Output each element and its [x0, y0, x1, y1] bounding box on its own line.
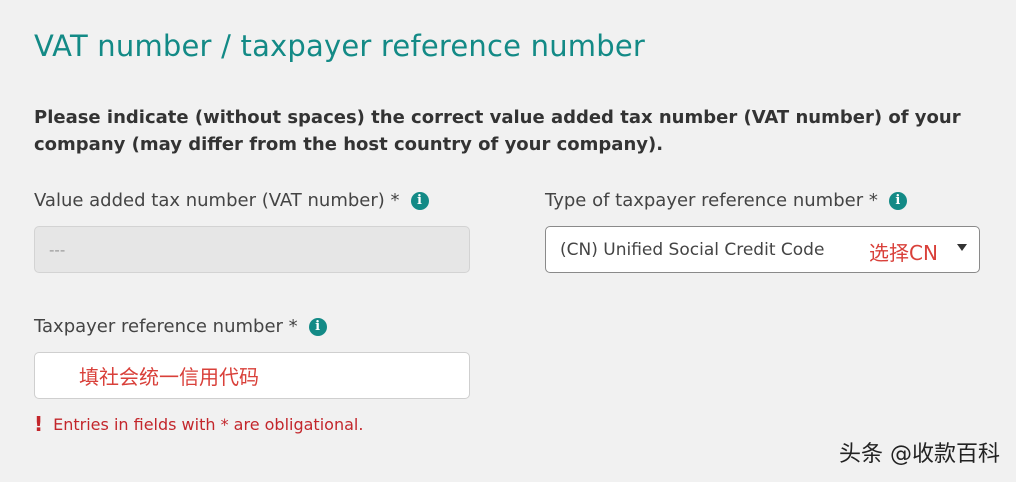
- taxpayer-ref-info-icon[interactable]: i: [308, 317, 327, 336]
- dropdown-caret-icon: [957, 244, 967, 251]
- taxpayer-ref-annotation: 填社会统一信用代码: [79, 365, 259, 389]
- taxpayer-type-selected: (CN) Unified Social Credit Code: [560, 239, 825, 260]
- taxpayer-type-info-icon[interactable]: i: [888, 191, 907, 210]
- watermark: 头条 @收款百科: [839, 442, 1000, 467]
- taxpayer-ref-label: Taxpayer reference number *: [34, 316, 298, 337]
- intro-text: Please indicate (without spaces) the cor…: [34, 107, 961, 155]
- vat-info-icon[interactable]: i: [410, 191, 429, 210]
- validation-message: ! Entries in fields with * are obligatio…: [34, 412, 363, 436]
- vat-number-value: ---: [49, 240, 66, 259]
- taxpayer-type-select[interactable]: (CN) Unified Social Credit Code 选择CN: [545, 226, 980, 273]
- vat-number-label: Value added tax number (VAT number) *: [34, 190, 400, 211]
- taxpayer-ref-label-row: Taxpayer reference number * i: [34, 316, 327, 337]
- exclamation-icon: !: [34, 412, 44, 436]
- section-title: VAT number / taxpayer reference number: [34, 29, 645, 63]
- select-cn-annotation: 选择CN: [869, 241, 938, 265]
- taxpayer-ref-input[interactable]: 填社会统一信用代码: [34, 352, 470, 399]
- validation-text: Entries in fields with * are obligationa…: [53, 414, 364, 434]
- taxpayer-type-label: Type of taxpayer reference number *: [545, 190, 878, 211]
- vat-number-label-row: Value added tax number (VAT number) * i: [34, 190, 429, 211]
- vat-number-input: ---: [34, 226, 470, 273]
- taxpayer-type-label-row: Type of taxpayer reference number * i: [545, 190, 907, 211]
